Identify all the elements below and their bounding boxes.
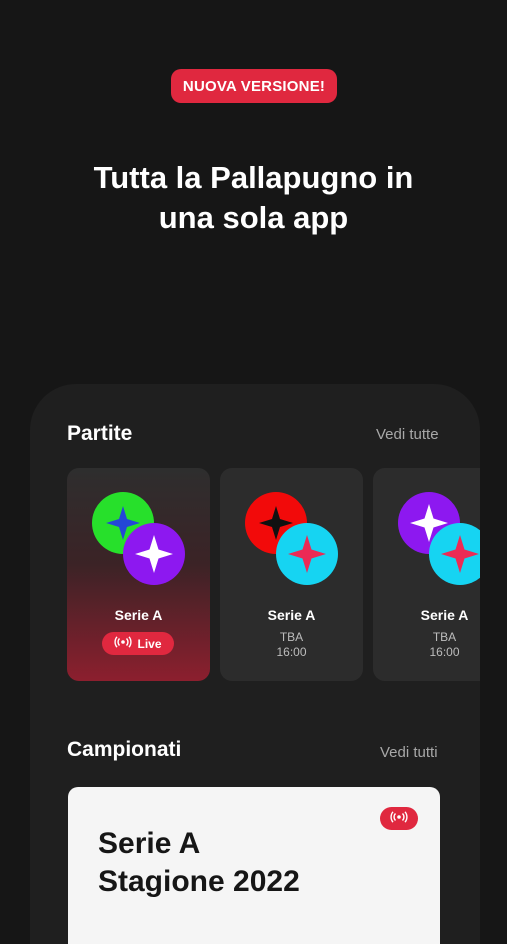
match-date: TBA bbox=[432, 630, 457, 644]
cyan-team-logo bbox=[276, 523, 338, 585]
championship-title: Serie A Stagione 2022 bbox=[98, 825, 300, 901]
match-league: Serie A bbox=[420, 607, 469, 623]
partite-see-all-link[interactable]: Vedi tutte bbox=[376, 426, 439, 443]
headline-line-1: Tutta la Pallapugno in bbox=[93, 160, 414, 195]
match-time: 16:00 bbox=[429, 645, 460, 659]
cyan-team-logo bbox=[429, 523, 480, 585]
match-date: TBA bbox=[279, 630, 304, 644]
live-indicator bbox=[380, 807, 418, 830]
live-badge: Live bbox=[102, 632, 174, 655]
app-preview-panel: Partite Vedi tutte Serie A Live Serie A … bbox=[30, 384, 480, 944]
live-broadcast-icon bbox=[114, 636, 133, 651]
live-label: Live bbox=[137, 636, 162, 651]
match-time: 16:00 bbox=[276, 645, 307, 659]
match-league: Serie A bbox=[267, 607, 316, 623]
partite-section-title: Partite bbox=[67, 422, 133, 445]
championship-title-line-1: Serie A bbox=[98, 827, 201, 860]
campionati-section-title: Campionati bbox=[67, 738, 182, 761]
championship-title-line-2: Stagione 2022 bbox=[98, 865, 300, 898]
match-card[interactable]: Serie A TBA 16:00 bbox=[373, 468, 480, 681]
campionati-see-all-link[interactable]: Vedi tutti bbox=[380, 744, 438, 761]
live-broadcast-icon bbox=[390, 810, 408, 828]
new-version-badge: NUOVA VERSIONE! bbox=[171, 69, 337, 103]
purple-team-logo bbox=[123, 523, 185, 585]
match-card[interactable]: Serie A TBA 16:00 bbox=[220, 468, 363, 681]
match-card[interactable]: Serie A Live bbox=[67, 468, 210, 681]
championship-card[interactable]: Serie A Stagione 2022 bbox=[68, 787, 440, 944]
match-league: Serie A bbox=[114, 607, 163, 623]
matches-carousel[interactable]: Serie A Live Serie A TBA 16:00 Serie A T… bbox=[67, 468, 480, 682]
headline-line-2: una sola app bbox=[158, 200, 349, 235]
headline: Tutta la Pallapugno in una sola app bbox=[40, 158, 467, 238]
